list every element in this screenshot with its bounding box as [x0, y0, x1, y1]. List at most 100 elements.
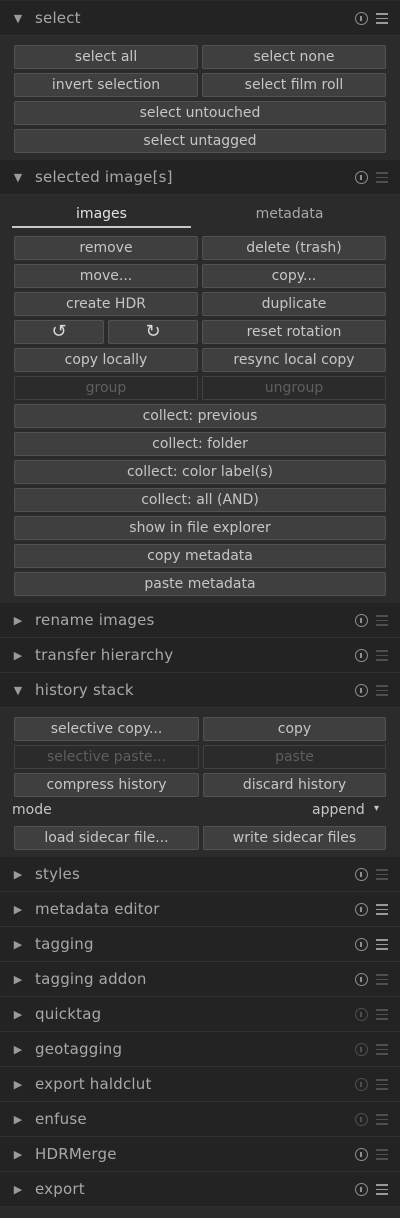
collect-folder-button[interactable]: collect: folder: [14, 432, 386, 456]
duplicate-button[interactable]: duplicate: [202, 292, 386, 316]
remove-button[interactable]: remove: [14, 236, 198, 260]
expand-arrow-icon[interactable]: ▶: [12, 973, 24, 986]
module-header-export-haldclut[interactable]: ▶ export haldclut: [0, 1067, 400, 1102]
info-icon[interactable]: [355, 973, 368, 986]
presets-menu-icon[interactable]: [376, 13, 388, 24]
presets-menu-icon[interactable]: [376, 1079, 388, 1090]
compress-history-button[interactable]: compress history: [14, 773, 199, 797]
info-icon[interactable]: [355, 868, 368, 881]
collapse-arrow-icon[interactable]: ▼: [12, 684, 24, 697]
info-icon[interactable]: [355, 1183, 368, 1196]
rotate-cw-button[interactable]: ↻: [108, 320, 198, 344]
history-copy-button[interactable]: copy: [203, 717, 386, 741]
info-icon[interactable]: [355, 684, 368, 697]
reset-rotation-button[interactable]: reset rotation: [202, 320, 386, 344]
delete-trash-button[interactable]: delete (trash): [202, 236, 386, 260]
select-film-roll-button[interactable]: select film roll: [202, 73, 386, 97]
tab-images[interactable]: images: [12, 200, 191, 228]
module-header-transfer-hierarchy[interactable]: ▶ transfer hierarchy: [0, 638, 400, 673]
selective-paste-button[interactable]: selective paste...: [14, 745, 199, 769]
collapse-arrow-icon[interactable]: ▼: [12, 12, 24, 25]
info-icon[interactable]: [355, 1113, 368, 1126]
presets-menu-icon[interactable]: [376, 974, 388, 985]
module-header-select[interactable]: ▼ select: [0, 1, 400, 36]
module-title: transfer hierarchy: [35, 646, 174, 664]
module-header-tagging[interactable]: ▶ tagging: [0, 927, 400, 962]
presets-menu-icon[interactable]: [376, 939, 388, 950]
info-icon[interactable]: [355, 938, 368, 951]
presets-menu-icon[interactable]: [376, 1044, 388, 1055]
show-in-file-explorer-button[interactable]: show in file explorer: [14, 516, 386, 540]
module-header-enfuse[interactable]: ▶ enfuse: [0, 1102, 400, 1137]
info-icon[interactable]: [355, 903, 368, 916]
presets-menu-icon[interactable]: [376, 685, 388, 696]
module-header-styles[interactable]: ▶ styles: [0, 857, 400, 892]
select-untagged-button[interactable]: select untagged: [14, 129, 386, 153]
presets-menu-icon[interactable]: [376, 1114, 388, 1125]
info-icon[interactable]: [355, 171, 368, 184]
select-all-button[interactable]: select all: [14, 45, 198, 69]
info-icon[interactable]: [355, 1148, 368, 1161]
expand-arrow-icon[interactable]: ▶: [12, 1078, 24, 1091]
ungroup-button[interactable]: ungroup: [202, 376, 386, 400]
discard-history-button[interactable]: discard history: [203, 773, 386, 797]
move-button[interactable]: move...: [14, 264, 198, 288]
collect-all-and-button[interactable]: collect: all (AND): [14, 488, 386, 512]
copy-locally-button[interactable]: copy locally: [14, 348, 198, 372]
presets-menu-icon[interactable]: [376, 615, 388, 626]
presets-menu-icon[interactable]: [376, 1009, 388, 1020]
mode-select[interactable]: append: [312, 800, 365, 820]
module-header-export[interactable]: ▶ export: [0, 1172, 400, 1207]
presets-menu-icon[interactable]: [376, 650, 388, 661]
module-header-tagging-addon[interactable]: ▶ tagging addon: [0, 962, 400, 997]
module-header-rename-images[interactable]: ▶ rename images: [0, 603, 400, 638]
expand-arrow-icon[interactable]: ▶: [12, 903, 24, 916]
resync-local-copy-button[interactable]: resync local copy: [202, 348, 386, 372]
info-icon[interactable]: [355, 1008, 368, 1021]
module-header-hdrmerge[interactable]: ▶ HDRMerge: [0, 1137, 400, 1172]
invert-selection-button[interactable]: invert selection: [14, 73, 198, 97]
dropdown-caret-icon[interactable]: ▾: [374, 803, 379, 814]
presets-menu-icon[interactable]: [376, 904, 388, 915]
select-none-button[interactable]: select none: [202, 45, 386, 69]
expand-arrow-icon[interactable]: ▶: [12, 1148, 24, 1161]
expand-arrow-icon[interactable]: ▶: [12, 1043, 24, 1056]
tab-metadata[interactable]: metadata: [200, 200, 379, 228]
load-sidecar-button[interactable]: load sidecar file...: [14, 826, 199, 850]
expand-arrow-icon[interactable]: ▶: [12, 1113, 24, 1126]
presets-menu-icon[interactable]: [376, 1149, 388, 1160]
expand-arrow-icon[interactable]: ▶: [12, 1183, 24, 1196]
info-icon[interactable]: [355, 649, 368, 662]
module-header-quicktag[interactable]: ▶ quicktag: [0, 997, 400, 1032]
info-icon[interactable]: [355, 614, 368, 627]
module-header-geotagging[interactable]: ▶ geotagging: [0, 1032, 400, 1067]
module-body-selected-images: images metadata remove delete (trash) mo…: [0, 196, 400, 604]
expand-arrow-icon[interactable]: ▶: [12, 649, 24, 662]
info-icon[interactable]: [355, 12, 368, 25]
presets-menu-icon[interactable]: [376, 1184, 388, 1195]
expand-arrow-icon[interactable]: ▶: [12, 938, 24, 951]
expand-arrow-icon[interactable]: ▶: [12, 1008, 24, 1021]
copy-button[interactable]: copy...: [202, 264, 386, 288]
rotate-ccw-button[interactable]: ↺: [14, 320, 104, 344]
presets-menu-icon[interactable]: [376, 869, 388, 880]
collapse-arrow-icon[interactable]: ▼: [12, 171, 24, 184]
expand-arrow-icon[interactable]: ▶: [12, 614, 24, 627]
write-sidecar-button[interactable]: write sidecar files: [203, 826, 386, 850]
module-header-metadata-editor[interactable]: ▶ metadata editor: [0, 892, 400, 927]
create-hdr-button[interactable]: create HDR: [14, 292, 198, 316]
module-header-history-stack[interactable]: ▼ history stack: [0, 673, 400, 708]
selective-copy-button[interactable]: selective copy...: [14, 717, 199, 741]
module-header-selected-images[interactable]: ▼ selected image[s]: [0, 160, 400, 195]
history-paste-button[interactable]: paste: [203, 745, 386, 769]
collect-color-label-button[interactable]: collect: color label(s): [14, 460, 386, 484]
collect-previous-button[interactable]: collect: previous: [14, 404, 386, 428]
copy-metadata-button[interactable]: copy metadata: [14, 544, 386, 568]
info-icon[interactable]: [355, 1043, 368, 1056]
paste-metadata-button[interactable]: paste metadata: [14, 572, 386, 596]
group-button[interactable]: group: [14, 376, 198, 400]
info-icon[interactable]: [355, 1078, 368, 1091]
expand-arrow-icon[interactable]: ▶: [12, 868, 24, 881]
presets-menu-icon[interactable]: [376, 172, 388, 183]
select-untouched-button[interactable]: select untouched: [14, 101, 386, 125]
